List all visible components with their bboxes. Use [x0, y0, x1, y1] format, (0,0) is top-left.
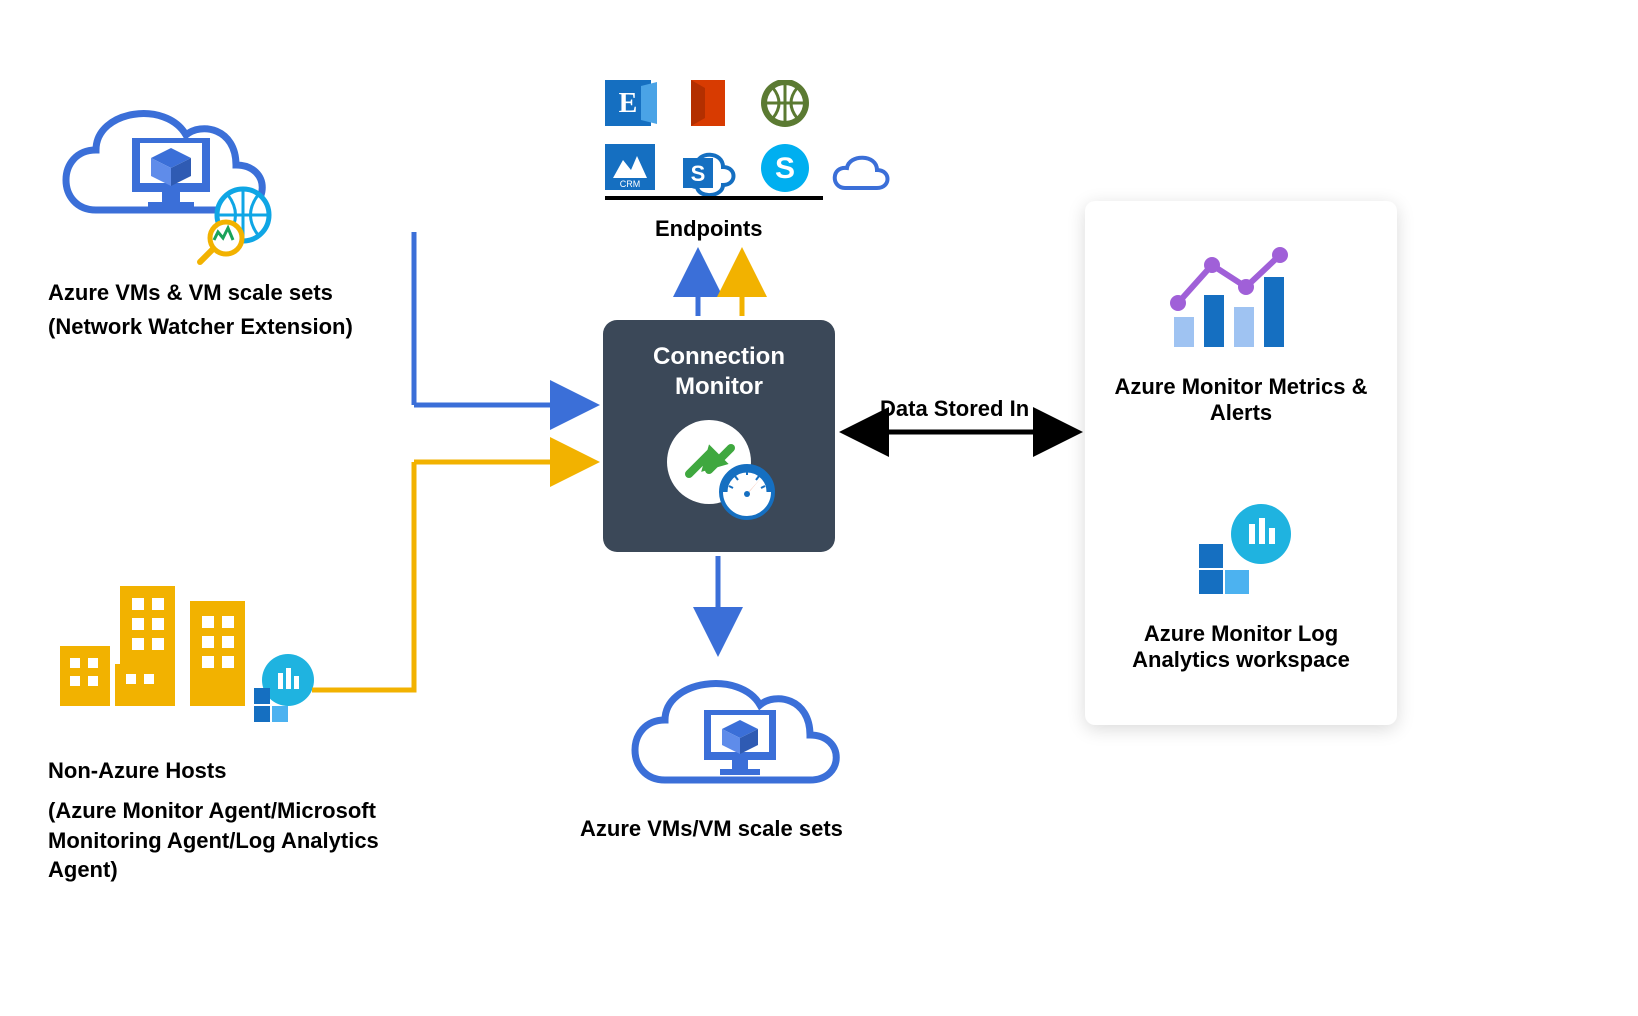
data-stored-in-label: Data Stored In	[880, 394, 1029, 424]
metrics-chart-icon	[1166, 247, 1316, 357]
right-storage-panel: Azure Monitor Metrics & Alerts Azure Mon…	[1085, 201, 1397, 725]
log-analytics-icon	[1181, 504, 1301, 604]
metrics-title: Azure Monitor Metrics & Alerts	[1109, 374, 1373, 426]
log-title: Azure Monitor Log Analytics workspace	[1109, 621, 1373, 673]
